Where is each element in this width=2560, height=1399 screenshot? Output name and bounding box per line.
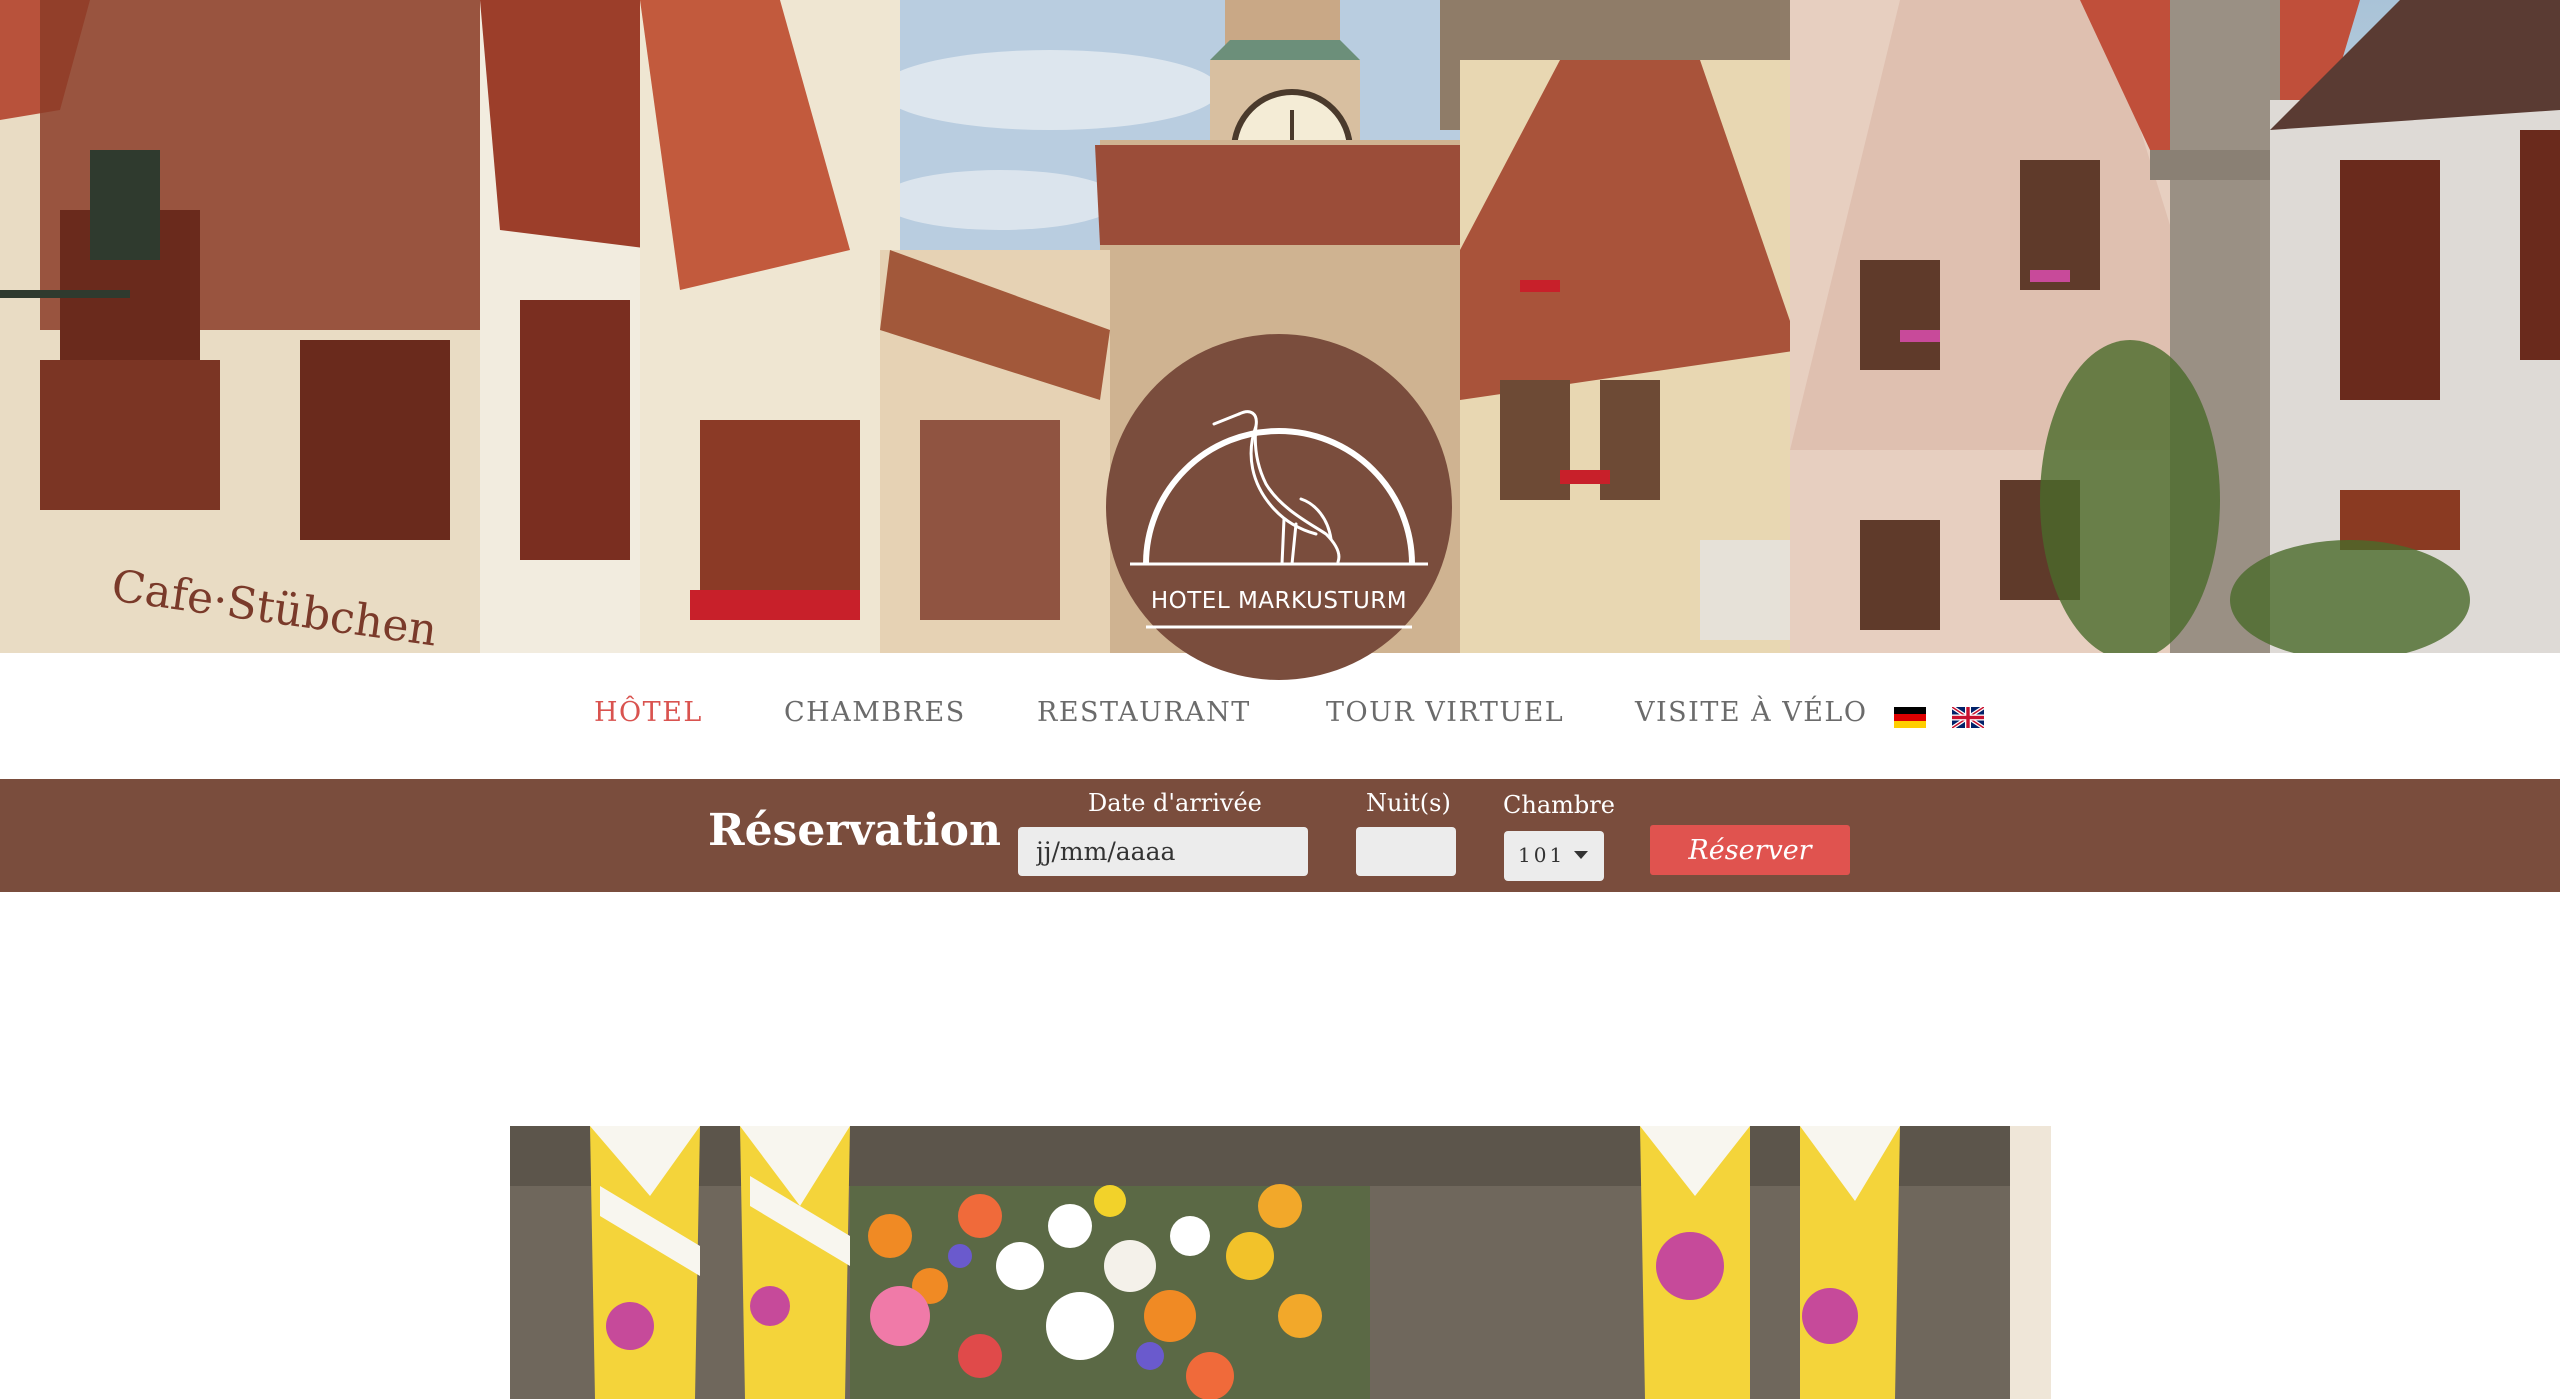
- arrival-date-input[interactable]: [1018, 827, 1308, 876]
- de-flag-icon[interactable]: [1894, 707, 1926, 728]
- nights-input[interactable]: [1356, 827, 1456, 876]
- room-label: Chambre: [1503, 791, 1615, 819]
- room-select-value: 101: [1518, 843, 1566, 867]
- uk-flag-icon[interactable]: [1952, 707, 1984, 728]
- reservation-title: Réservation: [708, 805, 1001, 856]
- nav-item-tour-virtuel[interactable]: TOUR VIRTUEL: [1326, 697, 1564, 728]
- chevron-down-icon: [1574, 851, 1588, 859]
- nav-item-visite-velo[interactable]: VISITE À VÉLO: [1635, 697, 1867, 728]
- reserve-button[interactable]: Réserver: [1650, 825, 1850, 875]
- nights-label: Nuit(s): [1366, 789, 1451, 817]
- hotel-name: HOTEL MARKUSTURM: [1150, 588, 1408, 614]
- reservation-bar: Réservation Date d'arrivée Nuit(s) Chamb…: [0, 779, 2560, 892]
- room-select[interactable]: 101: [1504, 831, 1604, 881]
- content-photo: [510, 1126, 2051, 1399]
- arrival-date-label: Date d'arrivée: [1088, 789, 1262, 817]
- hotel-logo[interactable]: HOTEL MARKUSTURM: [1106, 334, 1452, 680]
- nav-item-chambres[interactable]: CHAMBRES: [784, 697, 966, 728]
- nav-item-restaurant[interactable]: RESTAURANT: [1037, 697, 1251, 728]
- flower-table-image: [510, 1126, 2051, 1399]
- nav-item-hotel[interactable]: HÔTEL: [594, 697, 703, 728]
- stork-icon: [1130, 410, 1428, 629]
